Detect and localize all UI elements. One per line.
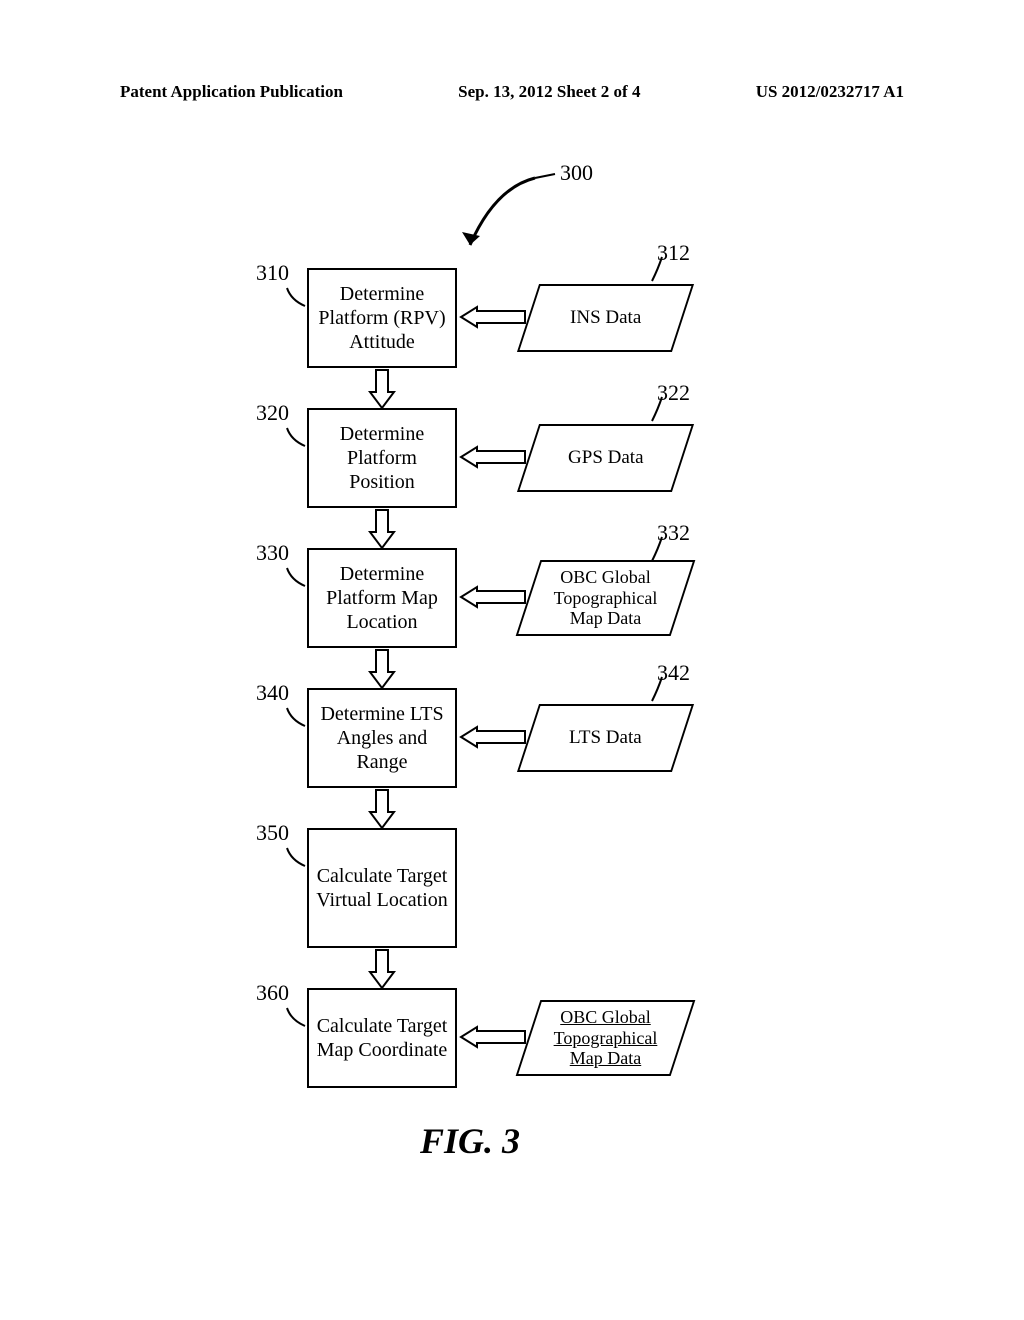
label-330: 330 — [256, 540, 289, 566]
label-360: 360 — [256, 980, 289, 1006]
main-reference-arrow — [440, 170, 560, 260]
box-360-text: Calculate Target Map Coordinate — [314, 1014, 450, 1062]
header-left: Patent Application Publication — [120, 82, 343, 102]
data-322-text: GPS Data — [568, 447, 643, 469]
label-350: 350 — [256, 820, 289, 846]
arrow-312-to-310 — [457, 305, 529, 329]
arrow-342-to-340 — [457, 725, 529, 749]
arrow-332-to-330 — [457, 585, 529, 609]
connector-322 — [648, 395, 666, 425]
connector-330 — [283, 566, 308, 591]
data-332: OBC Global Topographical Map Data — [516, 560, 696, 636]
box-340-text: Determine LTS Angles and Range — [314, 702, 450, 774]
box-320: Determine Platform Position — [307, 408, 457, 508]
box-320-text: Determine Platform Position — [314, 422, 450, 494]
box-310-text: Determine Platform (RPV) Attitude — [314, 282, 450, 354]
label-320: 320 — [256, 400, 289, 426]
data-342: LTS Data — [517, 704, 694, 772]
data-322: GPS Data — [517, 424, 694, 492]
data-332-text: OBC Global Topographical Map Data — [540, 567, 671, 629]
connector-342 — [648, 675, 666, 705]
label-310: 310 — [256, 260, 289, 286]
header-center: Sep. 13, 2012 Sheet 2 of 4 — [458, 82, 640, 102]
figure-caption: FIG. 3 — [420, 1120, 520, 1162]
header-right: US 2012/0232717 A1 — [756, 82, 904, 102]
data-342-text: LTS Data — [569, 727, 642, 749]
arrow-310-to-320 — [368, 368, 396, 410]
label-340: 340 — [256, 680, 289, 706]
box-330: Determine Platform Map Location — [307, 548, 457, 648]
arrow-330-to-340 — [368, 648, 396, 690]
box-350: Calculate Target Virtual Location — [307, 828, 457, 948]
connector-310 — [283, 286, 308, 311]
box-340: Determine LTS Angles and Range — [307, 688, 457, 788]
box-360: Calculate Target Map Coordinate — [307, 988, 457, 1088]
connector-360 — [283, 1006, 308, 1031]
arrow-322-to-320 — [457, 445, 529, 469]
arrow-340-to-350 — [368, 788, 396, 830]
page-header: Patent Application Publication Sep. 13, … — [0, 82, 1024, 102]
arrow-data360-to-360 — [457, 1025, 529, 1049]
arrow-350-to-360 — [368, 948, 396, 990]
connector-320 — [283, 426, 308, 451]
label-300: 300 — [560, 160, 593, 186]
box-350-text: Calculate Target Virtual Location — [314, 864, 450, 912]
data-312: INS Data — [517, 284, 694, 352]
data-360: OBC Global Topographical Map Data — [516, 1000, 696, 1076]
connector-340 — [283, 706, 308, 731]
box-310: Determine Platform (RPV) Attitude — [307, 268, 457, 368]
flowchart-diagram: 300 310 Determine Platform (RPV) Attitud… — [0, 140, 1024, 1180]
data-360-text: OBC Global Topographical Map Data — [540, 1007, 671, 1069]
box-330-text: Determine Platform Map Location — [314, 562, 450, 634]
connector-312 — [648, 255, 666, 285]
connector-350 — [283, 846, 308, 871]
arrow-320-to-330 — [368, 508, 396, 550]
data-312-text: INS Data — [570, 307, 641, 329]
